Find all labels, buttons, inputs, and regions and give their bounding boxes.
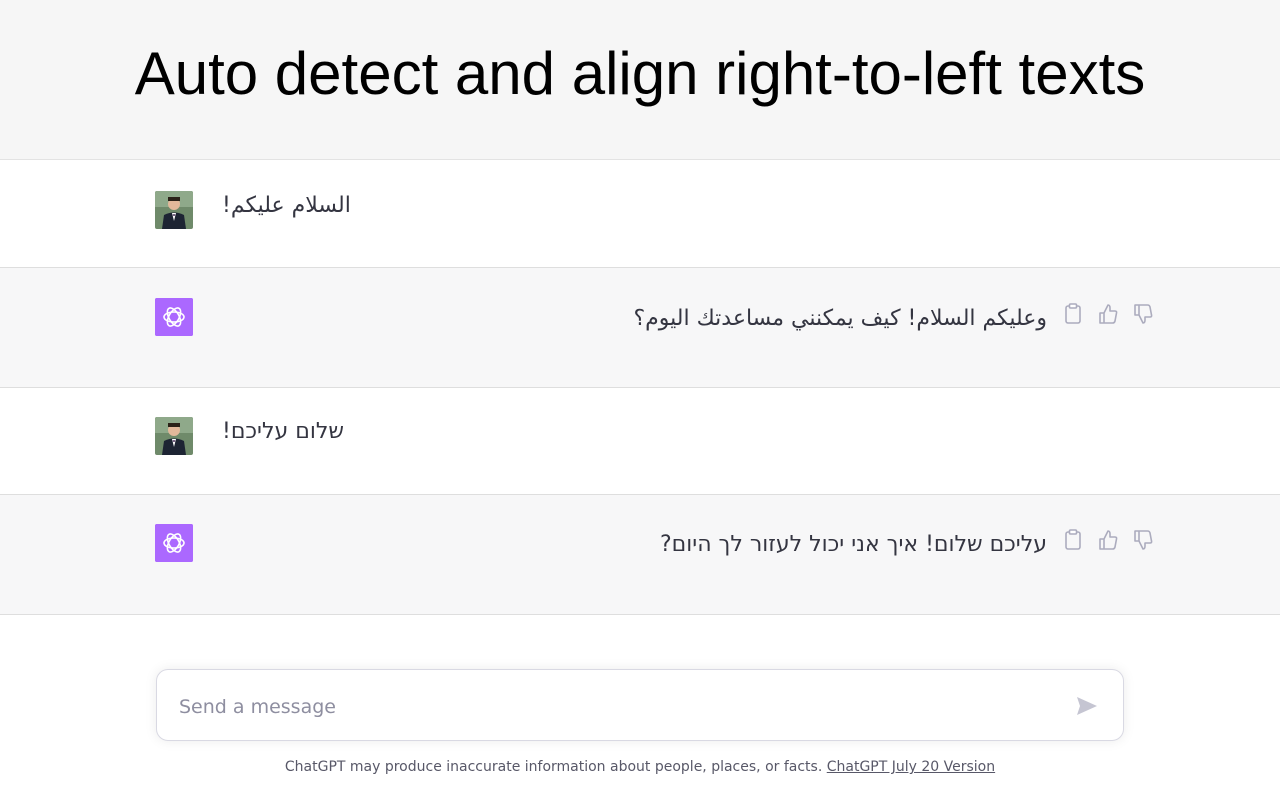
openai-logo-icon [155,524,193,562]
version-link[interactable]: ChatGPT July 20 Version [827,759,995,775]
user-photo-icon [155,417,193,455]
user-photo-icon [155,191,193,229]
thumbs-up-icon[interactable] [1097,528,1119,552]
paper-plane-icon [1077,697,1097,715]
chat-message-assistant: وعليكم السلام! كيف يمكنني مساعدتك اليوم؟ [0,268,1280,388]
thumbs-up-icon[interactable] [1097,302,1119,326]
footer-disclaimer: ChatGPT may produce inaccurate informati… [0,759,1280,775]
assistant-avatar [155,298,193,336]
message-input[interactable] [177,692,1041,722]
assistant-avatar [155,524,193,562]
clipboard-icon[interactable] [1062,302,1084,326]
user-avatar [155,417,193,455]
message-text: السلام عليكم! [222,193,351,218]
message-text: עליכם שלום! איך אני יכול לעזור לך היום? [660,532,1047,557]
message-actions [1062,528,1158,552]
chat-message-user: שלום עליכם! [0,388,1280,495]
message-composer [156,669,1124,741]
clipboard-icon[interactable] [1062,528,1084,552]
chat-message-user: السلام عليكم! [0,161,1280,268]
thumbs-down-icon[interactable] [1132,302,1154,326]
user-avatar [155,191,193,229]
message-text: وعليكم السلام! كيف يمكنني مساعدتك اليوم؟ [633,306,1048,331]
message-text: שלום עליכם! [222,419,344,444]
send-button[interactable] [1075,694,1099,718]
thumbs-down-icon[interactable] [1132,528,1154,552]
chat-message-assistant: עליכם שלום! איך אני יכול לעזור לך היום? [0,495,1280,615]
disclaimer-text: ChatGPT may produce inaccurate informati… [284,759,827,775]
page-title: Auto detect and align right-to-left text… [134,40,1146,107]
openai-logo-icon [155,298,193,336]
message-actions [1062,302,1158,326]
page-header: Auto detect and align right-to-left text… [0,0,1280,160]
